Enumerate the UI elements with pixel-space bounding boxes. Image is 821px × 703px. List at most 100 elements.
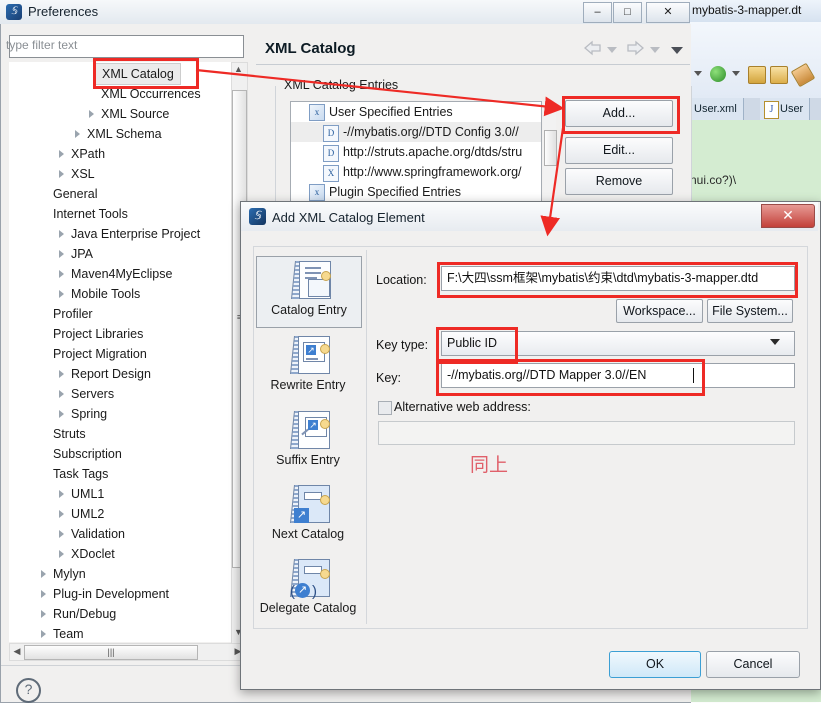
preferences-tree[interactable]: XML Catalog XML Occurrences XML Source X… (9, 62, 231, 642)
tree-item-xpath[interactable]: XPath (71, 144, 105, 164)
expand-arrow-xpath[interactable] (59, 150, 64, 158)
ide-editor-tabs[interactable]: User.xml User J (688, 98, 821, 120)
tree-item-maven4myeclipse[interactable]: Maven4MyEclipse (71, 264, 172, 284)
tree-item-xml-source[interactable]: XML Source (101, 104, 169, 124)
tree-item-report-design[interactable]: Report Design (71, 364, 151, 384)
open-folder-icon[interactable] (748, 66, 766, 84)
tree-item-xml-catalog[interactable]: XML Catalog (95, 63, 181, 85)
entry-label-struts[interactable]: http://struts.apache.org/dtds/stru (343, 142, 522, 162)
run-icon[interactable] (710, 66, 726, 82)
tree-item-mylyn[interactable]: Mylyn (53, 564, 86, 584)
expand-arrow-run-debug[interactable] (41, 610, 46, 618)
tree-item-internet-tools[interactable]: Internet Tools (53, 204, 128, 224)
maximize-button[interactable]: □ (613, 2, 642, 23)
tree-item-validation[interactable]: Validation (71, 524, 125, 544)
entries-group-user[interactable]: User Specified Entries (329, 102, 453, 122)
remove-button[interactable]: Remove (565, 168, 673, 195)
entry-type-next-catalog[interactable]: ↗ Next Catalog (256, 481, 360, 551)
tree-item-task-tags[interactable]: Task Tags (53, 464, 108, 484)
expand-arrow-validation[interactable] (59, 530, 64, 538)
entry-type-catalog-entry[interactable]: Catalog Entry (256, 256, 362, 328)
tree-item-java-enterprise-project[interactable]: Java Enterprise Project (71, 224, 200, 244)
expand-arrow-mylyn[interactable] (41, 570, 46, 578)
folder-icon[interactable] (770, 66, 788, 84)
tree-item-xdoclet[interactable]: XDoclet (71, 544, 115, 564)
run-caret-icon[interactable] (732, 71, 740, 76)
ide-tab-user-xml[interactable]: User.xml (688, 98, 744, 120)
tree-item-team[interactable]: Team (53, 624, 84, 642)
tree-item-subscription[interactable]: Subscription (53, 444, 122, 464)
tree-item-uml2[interactable]: UML2 (71, 504, 104, 524)
tree-item-xsl[interactable]: XSL (71, 164, 95, 184)
file-system-button[interactable]: File System... (707, 299, 793, 323)
expand-arrow-report-design[interactable] (59, 370, 64, 378)
expand-arrow-uml2[interactable] (59, 510, 64, 518)
entry-type-strip[interactable]: Catalog Entry ↗ Rewrite Entry ↗ Suffix E… (256, 250, 367, 624)
help-icon[interactable]: ? (16, 678, 41, 703)
back-history-caret-icon[interactable] (607, 47, 617, 53)
expand-arrow-spring[interactable] (59, 410, 64, 418)
alternative-web-address-input[interactable] (378, 421, 795, 445)
back-arrow-icon[interactable] (583, 40, 603, 59)
tree-item-servers[interactable]: Servers (71, 384, 114, 404)
tree-item-project-migration[interactable]: Project Migration (53, 344, 147, 364)
catalog-group-icon-plugin: x (309, 184, 325, 201)
tree-horizontal-scrollbar-thumb[interactable]: ||| (24, 645, 198, 660)
edit-button[interactable]: Edit... (565, 137, 673, 164)
expand-arrow-maven4myeclipse[interactable] (59, 270, 64, 278)
expand-arrow-servers[interactable] (59, 390, 64, 398)
add-button[interactable]: Add... (565, 100, 673, 127)
tree-item-general[interactable]: General (53, 184, 97, 204)
expand-arrow-jpa[interactable] (59, 250, 64, 258)
location-input[interactable]: F:\大四\ssm框架\mybatis\约束\dtd\mybatis-3-map… (441, 266, 795, 291)
collapse-arrow-plugin-entries[interactable] (299, 186, 306, 194)
chevron-down-icon[interactable] (770, 339, 780, 345)
entry-label-spring[interactable]: http://www.springframework.org/ (343, 162, 522, 182)
entries-group-plugin[interactable]: Plugin Specified Entries (329, 182, 461, 202)
entry-type-delegate-catalog[interactable]: ↗ ( ) Delegate Catalog (256, 555, 360, 625)
expand-arrow-team[interactable] (41, 630, 46, 638)
tree-item-jpa[interactable]: JPA (71, 244, 93, 264)
tree-item-spring[interactable]: Spring (71, 404, 107, 424)
tree-item-uml1[interactable]: UML1 (71, 484, 104, 504)
scroll-up-arrow-icon[interactable]: ▲ (232, 63, 245, 77)
toolbar-caret-icon[interactable] (694, 71, 702, 76)
tree-item-project-libraries[interactable]: Project Libraries (53, 324, 143, 344)
tree-item-plug-in-development[interactable]: Plug-in Development (53, 584, 169, 604)
entry-type-rewrite-entry[interactable]: ↗ Rewrite Entry (256, 332, 360, 402)
minimize-button[interactable]: – (583, 2, 612, 23)
alternative-web-address-checkbox[interactable] (378, 401, 392, 415)
entry-type-suffix-entry[interactable]: ↗ Suffix Entry (256, 407, 360, 477)
workspace-button[interactable]: Workspace... (616, 299, 703, 323)
annotation-note-text: 同上 (470, 454, 509, 476)
collapse-arrow-user-entries[interactable] (299, 106, 306, 114)
key-type-combobox[interactable]: Public ID (441, 331, 795, 356)
entries-list-scrollbar-thumb[interactable] (544, 130, 557, 166)
expand-arrow-xsl[interactable] (59, 170, 64, 178)
ok-button[interactable]: OK (609, 651, 701, 678)
tree-item-struts[interactable]: Struts (53, 424, 86, 444)
xml-catalog-entries-list[interactable]: x User Specified Entries D -//mybatis.or… (290, 101, 542, 207)
tree-item-run-debug[interactable]: Run/Debug (53, 604, 116, 624)
tree-item-profiler[interactable]: Profiler (53, 304, 93, 324)
tree-item-mobile-tools[interactable]: Mobile Tools (71, 284, 140, 304)
view-menu-caret-icon[interactable] (671, 47, 683, 54)
close-button[interactable]: ✕ (646, 2, 690, 23)
ide-toolbar[interactable] (688, 22, 821, 99)
tree-item-xml-occurrences[interactable]: XML Occurrences (101, 84, 201, 104)
pencil-icon[interactable] (790, 62, 816, 88)
dialog-close-button[interactable]: ✕ (761, 204, 815, 228)
cancel-button[interactable]: Cancel (706, 651, 800, 678)
expand-arrow-xml-source[interactable] (89, 110, 94, 118)
forward-arrow-icon[interactable] (625, 40, 645, 59)
expand-arrow-xdoclet[interactable] (59, 550, 64, 558)
scroll-left-arrow-icon[interactable]: ◀ (11, 645, 23, 658)
expand-arrow-xml-schema[interactable] (75, 130, 80, 138)
tree-item-xml-schema[interactable]: XML Schema (87, 124, 162, 144)
expand-arrow-uml1[interactable] (59, 490, 64, 498)
forward-history-caret-icon[interactable] (650, 47, 660, 53)
expand-arrow-plug-in-development[interactable] (41, 590, 46, 598)
expand-arrow-java-enterprise-project[interactable] (59, 230, 64, 238)
expand-arrow-mobile-tools[interactable] (59, 290, 64, 298)
key-input[interactable]: -//mybatis.org//DTD Mapper 3.0//EN (441, 363, 795, 388)
